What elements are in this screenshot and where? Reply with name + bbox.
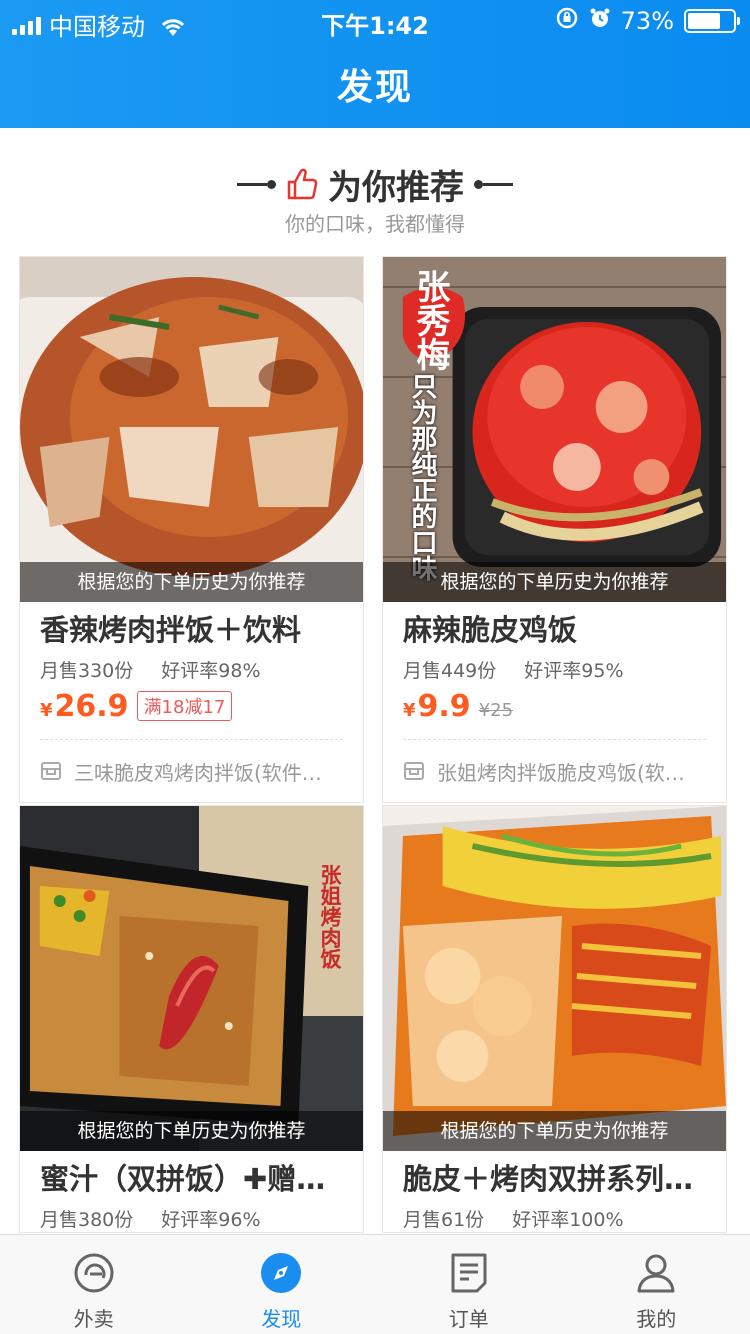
battery-icon (684, 9, 740, 33)
compass-icon (260, 1251, 302, 1295)
food-card[interactable]: 张姐烤肉饭 根据您的下单历史为你推荐 蜜汁（双拼饭）✚赠… 月售380份 好评率… (19, 805, 364, 1233)
takeout-icon (72, 1251, 116, 1295)
order-icon (449, 1251, 489, 1295)
recommend-header: 为你推荐 你的口味，我都懂得 (0, 164, 750, 237)
bottom-tab-bar: 外卖 发现 订单 我的 (0, 1234, 750, 1334)
tab-label: 外卖 (73, 1307, 114, 1331)
monthly-sales: 月售330份 (40, 660, 134, 682)
shop-icon (40, 761, 62, 781)
discover-content: 为你推荐 你的口味，我都懂得 根据您的下单历史为你推荐 香辣烤肉拌饭＋饮料 月售… (0, 128, 750, 1234)
food-name[interactable]: 脆皮＋烤肉双拼系列… (403, 1159, 706, 1199)
brand-sign: 张姐烤肉饭 (318, 864, 343, 969)
food-image[interactable]: 根据您的下单历史为你推荐 (383, 806, 726, 1151)
recommend-reason: 根据您的下单历史为你推荐 (20, 1111, 363, 1151)
title-rule-left (237, 179, 276, 189)
food-image[interactable]: 根据您的下单历史为你推荐 (20, 257, 363, 602)
recommend-reason: 根据您的下单历史为你推荐 (383, 1111, 726, 1151)
recommend-title: 为你推荐 (328, 167, 464, 208)
page-title: 发现 (336, 67, 413, 108)
status-bar: 中国移动 下午1:42 73% (0, 0, 750, 41)
title-rule-right (474, 179, 513, 189)
rotation-lock-icon (555, 6, 579, 36)
food-image[interactable]: 张姐烤肉饭 根据您的下单历史为你推荐 (20, 806, 363, 1151)
recommend-subtitle: 你的口味，我都懂得 (285, 212, 465, 236)
tab-label: 订单 (448, 1307, 489, 1331)
recommend-reason: 根据您的下单历史为你推荐 (383, 562, 726, 602)
currency-symbol: ¥ (40, 700, 53, 721)
food-card[interactable]: 张秀梅 只为那纯正的口味 根据您的下单历史为你推荐 麻辣脆皮鸡饭 月售449份 … (382, 256, 727, 803)
rating: 好评率95% (524, 660, 624, 682)
tab-mine[interactable]: 我的 (563, 1235, 750, 1334)
tab-label: 发现 (261, 1307, 302, 1331)
food-image[interactable]: 张秀梅 只为那纯正的口味 根据您的下单历史为你推荐 (383, 257, 726, 602)
price: 26.9 (54, 689, 129, 724)
tab-orders[interactable]: 订单 (375, 1235, 563, 1334)
shop-name: 张姐烤肉拌饭脆皮鸡饭(软… (437, 760, 685, 785)
recommend-reason: 根据您的下单历史为你推荐 (20, 562, 363, 602)
rating: 好评率100% (512, 1209, 624, 1231)
shop-icon (403, 761, 425, 781)
thumbs-up-icon (286, 167, 318, 201)
original-price: ¥25 (478, 700, 514, 721)
app-header: 中国移动 下午1:42 73% 发现 (0, 0, 750, 128)
alarm-icon (589, 7, 611, 35)
brand-sign: 张秀梅 (410, 269, 450, 371)
monthly-sales: 月售61份 (403, 1209, 485, 1231)
tab-label: 我的 (636, 1307, 677, 1331)
food-name[interactable]: 蜜汁（双拼饭）✚赠… (40, 1159, 343, 1199)
profile-icon (634, 1251, 678, 1295)
shop-link[interactable]: 三味脆皮鸡烤肉拌饭(软件… (40, 740, 343, 802)
tab-discover[interactable]: 发现 (188, 1235, 376, 1334)
shop-name: 三味脆皮鸡烤肉拌饭(软件… (74, 760, 322, 785)
shop-link[interactable]: 张姐烤肉拌饭脆皮鸡饭(软… (403, 740, 706, 802)
discount-tag: 满18减17 (136, 691, 233, 721)
rating: 好评率98% (161, 660, 261, 682)
rating: 好评率96% (161, 1209, 261, 1231)
food-name[interactable]: 麻辣脆皮鸡饭 (403, 610, 706, 650)
monthly-sales: 月售380份 (40, 1209, 134, 1231)
food-card[interactable]: 根据您的下单历史为你推荐 脆皮＋烤肉双拼系列… 月售61份 好评率100% (382, 805, 727, 1233)
currency-symbol: ¥ (403, 700, 416, 721)
battery-percent: 73% (620, 7, 674, 35)
price: 9.9 (417, 689, 471, 724)
tab-takeout[interactable]: 外卖 (0, 1235, 188, 1334)
monthly-sales: 月售449份 (403, 660, 497, 682)
food-name[interactable]: 香辣烤肉拌饭＋饮料 (40, 610, 343, 650)
food-card[interactable]: 根据您的下单历史为你推荐 香辣烤肉拌饭＋饮料 月售330份 好评率98% ¥ 2… (19, 256, 364, 803)
slogan-text: 只为那纯正的口味 (407, 373, 437, 581)
